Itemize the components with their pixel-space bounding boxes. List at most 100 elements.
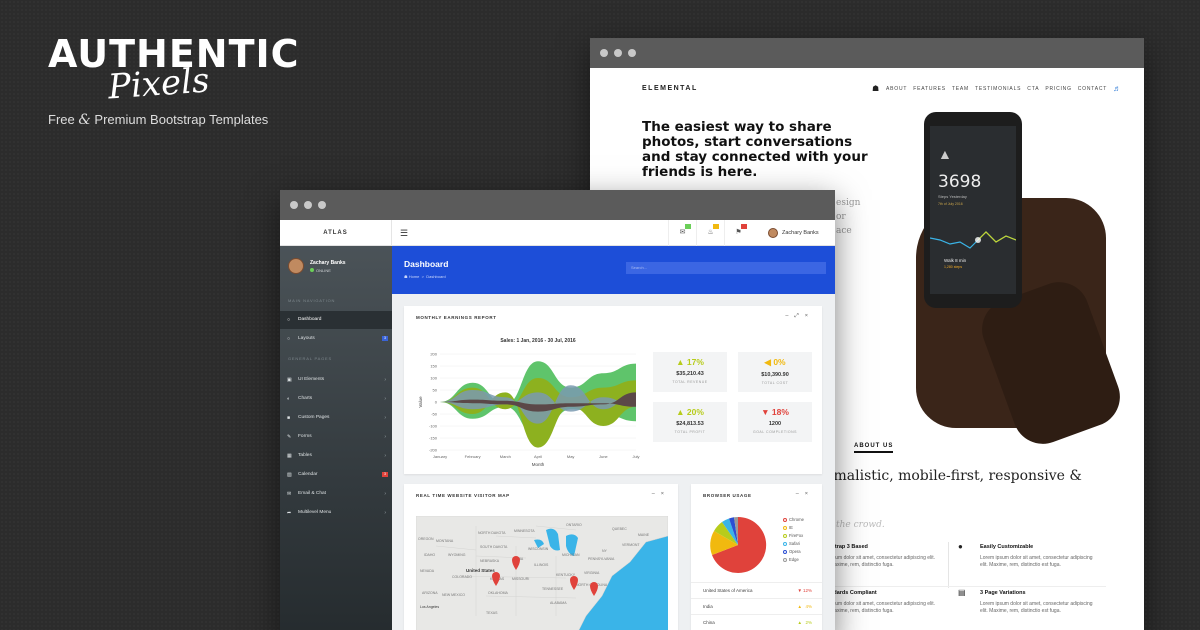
- feature-row-divider: [830, 586, 1106, 587]
- visitor-map-title: REAL TIME WEBSITE VISITOR MAP: [416, 493, 510, 498]
- legend-opera: Opera: [783, 549, 801, 554]
- menu-testimonials[interactable]: TESTIMONIALS: [975, 86, 1021, 92]
- y-tick-label: 50: [433, 388, 438, 393]
- window-dot[interactable]: [318, 201, 326, 209]
- hand-holding-phone-image: ▲ 3698 Steps Yesterday 7th of July 2016 …: [896, 108, 1129, 453]
- atlas-brand[interactable]: ATLAS: [280, 220, 392, 246]
- map-label: ARIZONA: [422, 591, 438, 595]
- menu-features[interactable]: FEATURES: [913, 86, 946, 92]
- y-tick-label: -200: [429, 448, 438, 453]
- close-icon[interactable]: ×: [805, 491, 814, 497]
- topbar-user-name: Zachary Banks: [782, 230, 819, 236]
- country-row-china[interactable]: China ▲ 2%: [691, 614, 822, 630]
- chevron-right-icon: ›: [384, 415, 386, 421]
- earnings-area-chart: Sales: 1 Jan, 2016 - 30 Jul, 2016 200 150 1…: [418, 338, 640, 467]
- phone-screen: ▲ 3698 Steps Yesterday 7th of July 2016 …: [930, 126, 1016, 294]
- elemental-logo[interactable]: ELEMENTAL: [642, 85, 698, 92]
- map-label: ALABAMA: [550, 601, 567, 605]
- elemental-menu: ☗ ABOUT FEATURES TEAM TESTIMONIALS CTA P…: [872, 84, 1122, 93]
- search-input[interactable]: Search...: [626, 262, 826, 274]
- phone-step-count: 3698: [938, 172, 982, 192]
- phone-walk-label: Walk 8 min: [944, 258, 967, 263]
- menu-contact[interactable]: CONTACT: [1078, 86, 1107, 92]
- menu-cta[interactable]: CTA: [1027, 86, 1039, 92]
- expand-icon[interactable]: ⤢: [794, 313, 804, 319]
- card-controls: –⤢×: [785, 313, 814, 320]
- map-label: NEW MEXICO: [442, 593, 465, 597]
- circle-icon: ○: [287, 317, 291, 323]
- map-label: TENNESSEE: [542, 587, 564, 591]
- close-icon[interactable]: ×: [805, 313, 814, 319]
- about-tagline: the crowd.: [836, 520, 885, 530]
- sidebar-item-custom-pages[interactable]: ■ Custom Pages ›: [280, 409, 392, 427]
- map-label: Los Angeles: [420, 605, 439, 609]
- sidebar-item-email-chat[interactable]: ✉ Email & Chat ›: [280, 485, 392, 503]
- layouts-badge: 3: [382, 336, 388, 341]
- map-label: NEBRASKA: [480, 559, 500, 563]
- map-label: United States: [466, 568, 495, 573]
- arrow-up-icon: ▲: [676, 357, 685, 367]
- phone-activity-graph: [930, 231, 1016, 249]
- y-tick-label: 200: [430, 352, 437, 357]
- card-controls: –×: [796, 491, 814, 497]
- y-tick-label: -50: [431, 412, 438, 417]
- sidebar-profile[interactable]: Zachary Banks ONLINE: [288, 258, 346, 274]
- menu-pricing[interactable]: PRICING: [1045, 86, 1071, 92]
- breadcrumb-home[interactable]: Home: [409, 274, 420, 279]
- x-tick-label: May: [567, 454, 575, 459]
- map-label: NORTH DAKOTA: [478, 531, 506, 535]
- sidebar-item-ui-elements[interactable]: ▣ UI Elements ›: [280, 371, 392, 389]
- sidebar-item-tables[interactable]: ▦ Tables ›: [280, 447, 392, 465]
- mail-badge: [685, 224, 691, 229]
- close-icon[interactable]: ×: [661, 491, 670, 497]
- envelope-icon: ✉: [287, 491, 292, 497]
- sidebar-item-dashboard[interactable]: ○ Dashboard: [280, 311, 392, 329]
- flag-notification[interactable]: ⚑: [724, 220, 752, 246]
- sidebar-user-name: Zachary Banks: [310, 259, 346, 266]
- stat-revenue: ▲ 17% $35,210.43 TOTAL REVENUE: [653, 352, 727, 392]
- sidebar-item-charts[interactable]: ◐ Charts ›: [280, 390, 392, 408]
- mail-notification[interactable]: ✉: [668, 220, 696, 246]
- map-label: VERMONT: [622, 543, 640, 547]
- window-dot[interactable]: [628, 49, 636, 57]
- visitor-map[interactable]: MONTANA NORTH DAKOTA MINNESOTA ONTARIO Q…: [416, 516, 668, 630]
- minimize-icon[interactable]: –: [796, 491, 805, 497]
- sidebar-item-multilevel[interactable]: ➦ Multilevel Menu ›: [280, 504, 392, 522]
- menu-about[interactable]: ABOUT: [886, 86, 907, 92]
- map-label: MISSOURI: [512, 577, 529, 581]
- sidebar-item-calendar[interactable]: ▧ Calendar 3: [280, 466, 392, 484]
- home-icon: ☗: [404, 274, 408, 279]
- window-dot[interactable]: [290, 201, 298, 209]
- menu-team[interactable]: TEAM: [952, 86, 969, 92]
- browser-usage-title: BROWSER USAGE: [703, 493, 752, 498]
- window-titlebar: [280, 190, 835, 220]
- sidebar-item-layouts[interactable]: ○ Layouts 3: [280, 330, 392, 348]
- share-icon: ➦: [287, 510, 292, 516]
- speaker-icon[interactable]: ♬: [1113, 84, 1122, 93]
- map-label: IDAHO: [424, 553, 435, 557]
- shoe-icon: ▲: [938, 146, 952, 162]
- sidebar-section-main: MAIN NAVIGATION: [288, 298, 336, 303]
- bell-notification[interactable]: ♨: [696, 220, 724, 246]
- phone-walk-sub: 1,280 steps: [944, 265, 963, 269]
- browser-usage-card: BROWSER USAGE –× Chrome IE FireFox Safar…: [691, 484, 822, 630]
- folder-icon: ■: [287, 415, 291, 421]
- home-icon[interactable]: ☗: [872, 84, 880, 93]
- about-us-heading[interactable]: ABOUT US: [854, 443, 894, 453]
- country-row-india[interactable]: India ▲ 4%: [691, 598, 822, 614]
- topbar-user[interactable]: Zachary Banks: [768, 220, 819, 246]
- country-row-usa[interactable]: United States of America ▼ 12%: [691, 582, 822, 598]
- sidebar-item-forms[interactable]: ✎ Forms ›: [280, 428, 392, 446]
- map-label: TEXAS: [486, 611, 498, 615]
- window-titlebar: [590, 38, 1144, 68]
- minimize-icon[interactable]: –: [652, 491, 661, 497]
- browser-pie-chart: [710, 516, 767, 573]
- window-dot[interactable]: [614, 49, 622, 57]
- y-tick-label: 150: [430, 364, 437, 369]
- legend-ie: IE: [783, 525, 793, 530]
- hamburger-menu-icon[interactable]: ☰: [400, 220, 408, 246]
- window-dot[interactable]: [304, 201, 312, 209]
- y-tick-label: 0: [435, 400, 438, 405]
- earnings-card: MONTHLY EARNINGS REPORT –⤢× Sales: 1 Jan…: [404, 306, 822, 474]
- window-dot[interactable]: [600, 49, 608, 57]
